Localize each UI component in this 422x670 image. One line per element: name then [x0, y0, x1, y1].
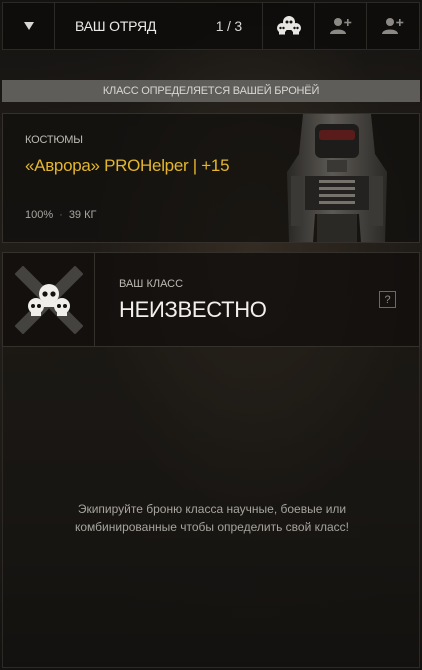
armor-stats: 100% · 39 КГ — [25, 209, 96, 221]
squad-class-panel: ВАШ ОТРЯД 1 / 3 КЛАСС ОПРЕДЕЛЯЕТСЯ ВАШЕЙ… — [0, 0, 422, 670]
add-member-icon — [329, 18, 351, 34]
add-squad-member-button-2[interactable] — [367, 3, 419, 49]
squad-count: 1 / 3 — [215, 18, 242, 34]
crossed-skulls-icon — [14, 265, 83, 334]
class-hint-text: Экипируйте броню класса научные, боевые … — [74, 502, 349, 534]
class-icon-box — [3, 253, 95, 346]
help-button[interactable]: ? — [379, 291, 396, 308]
squad-bar: ВАШ ОТРЯД 1 / 3 — [2, 2, 420, 50]
skull-emblem-icon — [276, 16, 301, 35]
class-label: ВАШ КЛАСС — [119, 278, 184, 290]
class-info-banner: КЛАСС ОПРЕДЕЛЯЕТСЯ ВАШЕЙ БРОНЁЙ — [2, 80, 420, 102]
armor-weight: 39 КГ — [68, 209, 97, 221]
info-panel: Экипируйте броню класса научные, боевые … — [2, 347, 420, 668]
add-squad-member-button-1[interactable] — [315, 3, 367, 49]
chevron-down-icon — [23, 22, 34, 30]
squad-member-slot-1[interactable] — [263, 3, 315, 49]
stats-separator: · — [59, 209, 63, 221]
armor-category: КОСТЮМЫ — [25, 134, 83, 146]
collapse-toggle-button[interactable] — [3, 3, 55, 49]
add-member-icon — [382, 18, 404, 34]
class-value: НЕИЗВЕСТНО — [119, 297, 267, 322]
armor-durability: 100% — [25, 209, 54, 221]
squad-header: ВАШ ОТРЯД 1 / 3 — [55, 3, 263, 49]
armor-slot-card[interactable]: КОСТЮМЫ «Аврора» PROHelper | +15 100% · 39… — [2, 113, 420, 243]
armor-name: «Аврора» PROHelper | +15 — [25, 156, 230, 175]
class-card: ВАШ КЛАСС НЕИЗВЕСТНО ? — [2, 252, 420, 347]
squad-title: ВАШ ОТРЯД — [75, 18, 157, 34]
armor-suit-image — [287, 114, 387, 242]
